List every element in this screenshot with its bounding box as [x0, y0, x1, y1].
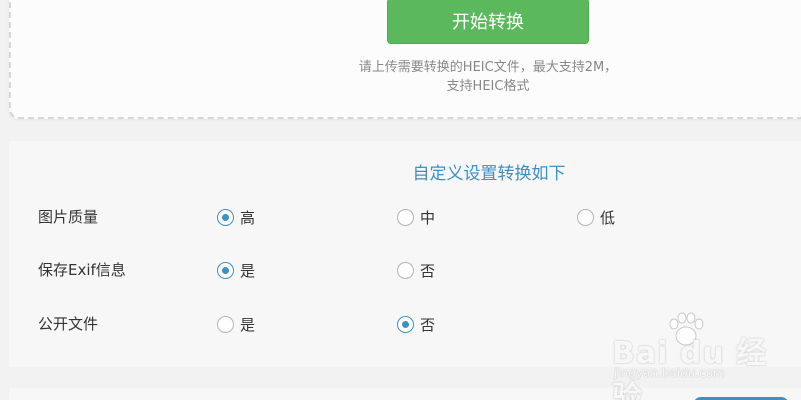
public-option-label: 否	[420, 316, 436, 334]
quality-option-label: 中	[420, 209, 436, 227]
public-option-yes[interactable]: 是	[217, 314, 255, 335]
radio-unchecked-icon[interactable]	[397, 262, 414, 279]
next-panel-edge	[9, 388, 801, 400]
radio-unchecked-icon[interactable]	[577, 209, 594, 226]
public-option-label: 是	[240, 316, 256, 334]
exif-option-label: 否	[420, 262, 436, 280]
quality-option-label: 高	[240, 209, 256, 227]
exif-label: 保存Exif信息	[38, 261, 126, 279]
quality-option-low[interactable]: 低	[577, 207, 615, 228]
settings-title: 自定义设置转换如下	[412, 164, 566, 184]
radio-checked-icon[interactable]	[217, 209, 234, 226]
page: 开始转换 请上传需要转换的HEIC文件，最大支持2M， 支持HEIC格式 自定义…	[0, 0, 801, 400]
upload-hint-line-1: 请上传需要转换的HEIC文件，最大支持2M，	[358, 60, 618, 75]
radio-checked-icon[interactable]	[217, 262, 234, 279]
quality-option-high[interactable]: 高	[217, 207, 255, 228]
radio-unchecked-icon[interactable]	[397, 209, 414, 226]
watermark-url: jingyan.baidu.com	[614, 366, 725, 380]
quality-option-label: 低	[600, 209, 616, 227]
quality-option-medium[interactable]: 中	[397, 207, 435, 228]
settings-panel: 自定义设置转换如下 图片质量 高 中 低 保存Exif信息 是 否 公开文件 是…	[9, 141, 801, 367]
start-convert-button[interactable]: 开始转换	[387, 0, 589, 44]
radio-checked-icon[interactable]	[397, 316, 414, 333]
upload-hint-line-2: 支持HEIC格式	[446, 79, 530, 94]
exif-option-no[interactable]: 否	[397, 260, 435, 281]
exif-option-label: 是	[240, 262, 256, 280]
quality-label: 图片质量	[38, 208, 99, 226]
radio-unchecked-icon[interactable]	[217, 316, 234, 333]
exif-option-yes[interactable]: 是	[217, 260, 255, 281]
public-file-label: 公开文件	[38, 315, 99, 333]
public-option-no[interactable]: 否	[397, 314, 435, 335]
